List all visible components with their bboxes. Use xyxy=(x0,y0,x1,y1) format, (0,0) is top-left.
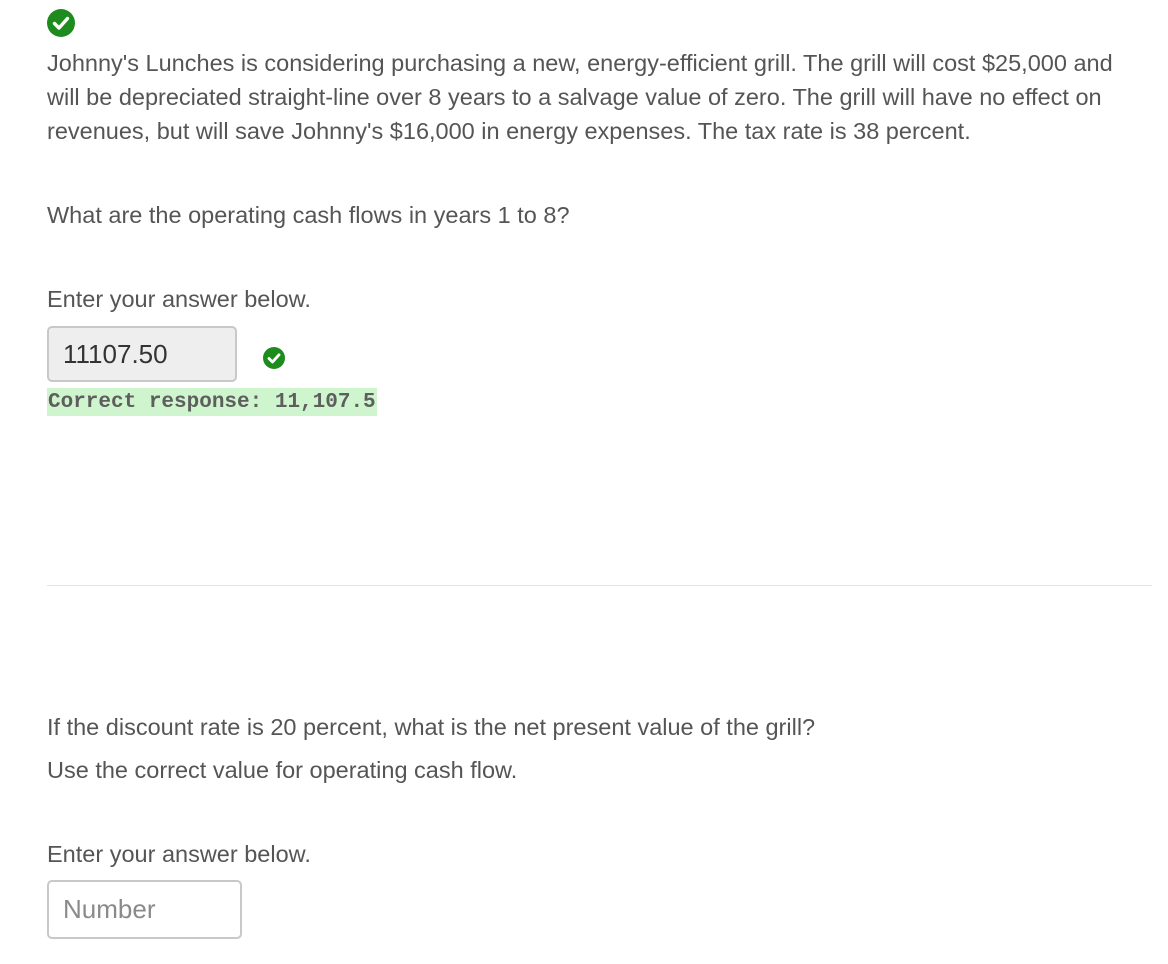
check-circle-icon xyxy=(263,347,285,369)
question-2-number-input[interactable] xyxy=(47,880,242,939)
section-divider xyxy=(47,585,1152,586)
check-circle-icon xyxy=(47,9,75,37)
problem-statement: Johnny's Lunches is considering purchasi… xyxy=(47,50,1113,144)
question-1-enter-label: Enter your answer below. xyxy=(47,286,311,312)
question-1-answer-field[interactable]: 11107.50 xyxy=(47,326,237,382)
question-2-prompt: If the discount rate is 20 percent, what… xyxy=(47,714,816,740)
question-1-prompt: What are the operating cash flows in yea… xyxy=(47,202,570,228)
correct-response-feedback: Correct response: 11,107.5 xyxy=(47,388,377,416)
question-2-enter-label: Enter your answer below. xyxy=(47,841,311,867)
question-2-note: Use the correct value for operating cash… xyxy=(47,757,518,783)
